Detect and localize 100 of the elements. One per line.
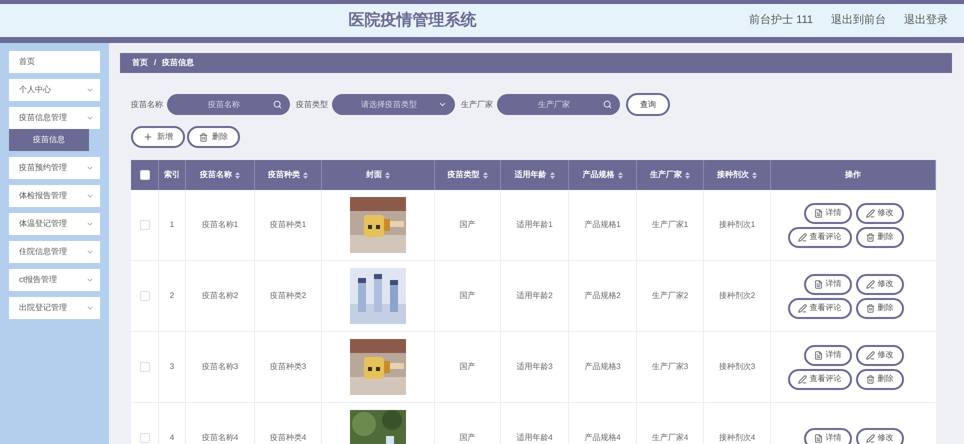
field-label: 疫苗名称 [131,98,163,110]
table-cell: 2 [159,261,186,331]
row-action-button[interactable]: 详情 [804,274,852,294]
table-cell: 产品规格1 [569,190,637,260]
sidebar-item[interactable]: 疫苗信息管理 [9,107,100,129]
trash-icon [866,304,874,312]
search-field[interactable]: 疫苗名称 [167,94,290,115]
sidebar-item[interactable]: 出院登记管理 [9,297,100,319]
search-icon [603,100,612,109]
search-field[interactable]: 生产厂家 [497,94,620,115]
sort-icon [618,172,622,178]
table-cell: 国产 [435,261,501,331]
sort-icon [685,172,690,178]
row-action-button[interactable]: 删除 [856,368,904,390]
row-action-button[interactable]: 删除 [856,226,904,248]
sidebar-item[interactable]: 住院信息管理 [9,241,100,263]
sort-icon [385,172,390,178]
sidebar-item[interactable]: 疫苗预约管理 [9,157,100,179]
column-header[interactable]: 生产厂家 [637,160,704,190]
row-action-button[interactable]: 删除 [856,298,904,318]
row-action-button[interactable]: 修改 [856,344,904,366]
table-cell: 疫苗名称2 [186,261,255,331]
chevron-icon [86,192,94,200]
checkbox[interactable] [140,291,150,301]
row-action-button[interactable]: 详情 [804,344,852,366]
chevron-icon [86,248,94,256]
chevron-icon [438,100,447,109]
table-cell: 适用年龄4 [501,403,569,444]
table-cell: 产品规格2 [569,261,637,331]
sidebar-item[interactable]: 体温登记管理 [9,213,100,235]
app-title: 医院疫情管理系统 [348,10,477,30]
sort-icon [235,172,240,178]
column-header[interactable]: 封面 [322,160,435,190]
sidebar-item-label: 个人中心 [19,84,51,96]
chevron-icon [86,114,94,122]
sidebar-item-label: 体检报告管理 [19,190,67,202]
header-link[interactable]: 退出到前台 [831,12,886,29]
column-header[interactable]: 疫苗类型 [435,160,501,190]
pen-icon [866,434,874,442]
row-action-button[interactable]: 修改 [856,428,904,444]
user-label: 前台护士 111 [749,12,813,28]
row-action-button[interactable]: 详情 [804,202,852,224]
sidebar-item[interactable]: 个人中心 [9,79,100,101]
checkbox[interactable] [140,220,150,230]
row-action-button[interactable]: 查看评论 [788,368,852,390]
add-button[interactable]: 新增 [131,126,185,148]
pen-icon [866,208,874,218]
select-field[interactable]: 请选择疫苗类型 [332,94,455,115]
document-icon [814,208,822,218]
row-action-button[interactable]: 查看评论 [788,298,852,318]
sort-icon [482,172,488,178]
sidebar-item[interactable]: 体检报告管理 [9,185,100,207]
pen-icon [798,232,806,242]
row-action-button[interactable]: 修改 [856,274,904,294]
chevron-icon [86,86,94,94]
chevron-icon [86,276,94,284]
column-header[interactable]: 疫苗种类 [255,160,322,190]
table-cell: 国产 [435,190,501,260]
table-cell: 接种剂次4 [704,403,771,444]
table-cell: 疫苗名称3 [186,332,255,402]
pen-icon [866,280,874,288]
sidebar-item-label: 出院登记管理 [19,302,67,314]
table-cell: 接种剂次2 [704,261,771,331]
column-header[interactable]: 产品规格 [569,160,637,190]
table-cell: 疫苗种类2 [255,261,322,331]
row-action-button[interactable]: 修改 [856,202,904,224]
table-cell: 疫苗种类3 [255,332,322,402]
column-header[interactable]: 适用年龄 [501,160,569,190]
sidebar-subitem[interactable]: 疫苗信息 [9,129,89,151]
header-link[interactable]: 退出登录 [904,12,948,29]
table-cell: 国产 [435,403,501,444]
table-cell: 适用年龄3 [501,332,569,402]
table-cell: 生产厂家3 [637,332,704,402]
row-action-button[interactable]: 详情 [804,428,852,444]
breadcrumb-item[interactable]: 首页 [132,57,148,69]
table-cell: 产品规格4 [569,403,637,444]
column-header[interactable]: 接种剂次 [704,160,771,190]
sidebar-item[interactable]: ct报告管理 [9,269,100,291]
sort-icon [752,172,757,178]
sidebar-item-label: 疫苗信息管理 [19,112,67,124]
row-action-button[interactable]: 查看评论 [788,226,852,248]
checkbox[interactable] [140,433,150,443]
delete-button[interactable]: 删除 [187,126,240,148]
pen-icon [866,350,874,360]
sidebar-item-label: 疫苗预约管理 [19,162,67,174]
field-label: 疫苗类型 [296,98,328,110]
sidebar-item-label: 体温登记管理 [19,218,67,230]
query-button[interactable]: 查询 [626,93,670,116]
table-cell: 产品规格3 [569,332,637,402]
pen-icon [798,304,806,312]
field-label: 生产厂家 [461,98,493,110]
checkbox[interactable] [140,362,150,372]
sort-icon [550,172,554,178]
sidebar-item-label: ct报告管理 [19,274,58,286]
table-cell: 生产厂家4 [637,403,704,444]
sort-icon [303,172,308,178]
table-cell: 接种剂次3 [704,332,771,402]
sidebar-item[interactable]: 首页 [9,51,100,73]
column-header[interactable]: 疫苗名称 [186,160,255,190]
checkbox[interactable] [140,170,150,180]
